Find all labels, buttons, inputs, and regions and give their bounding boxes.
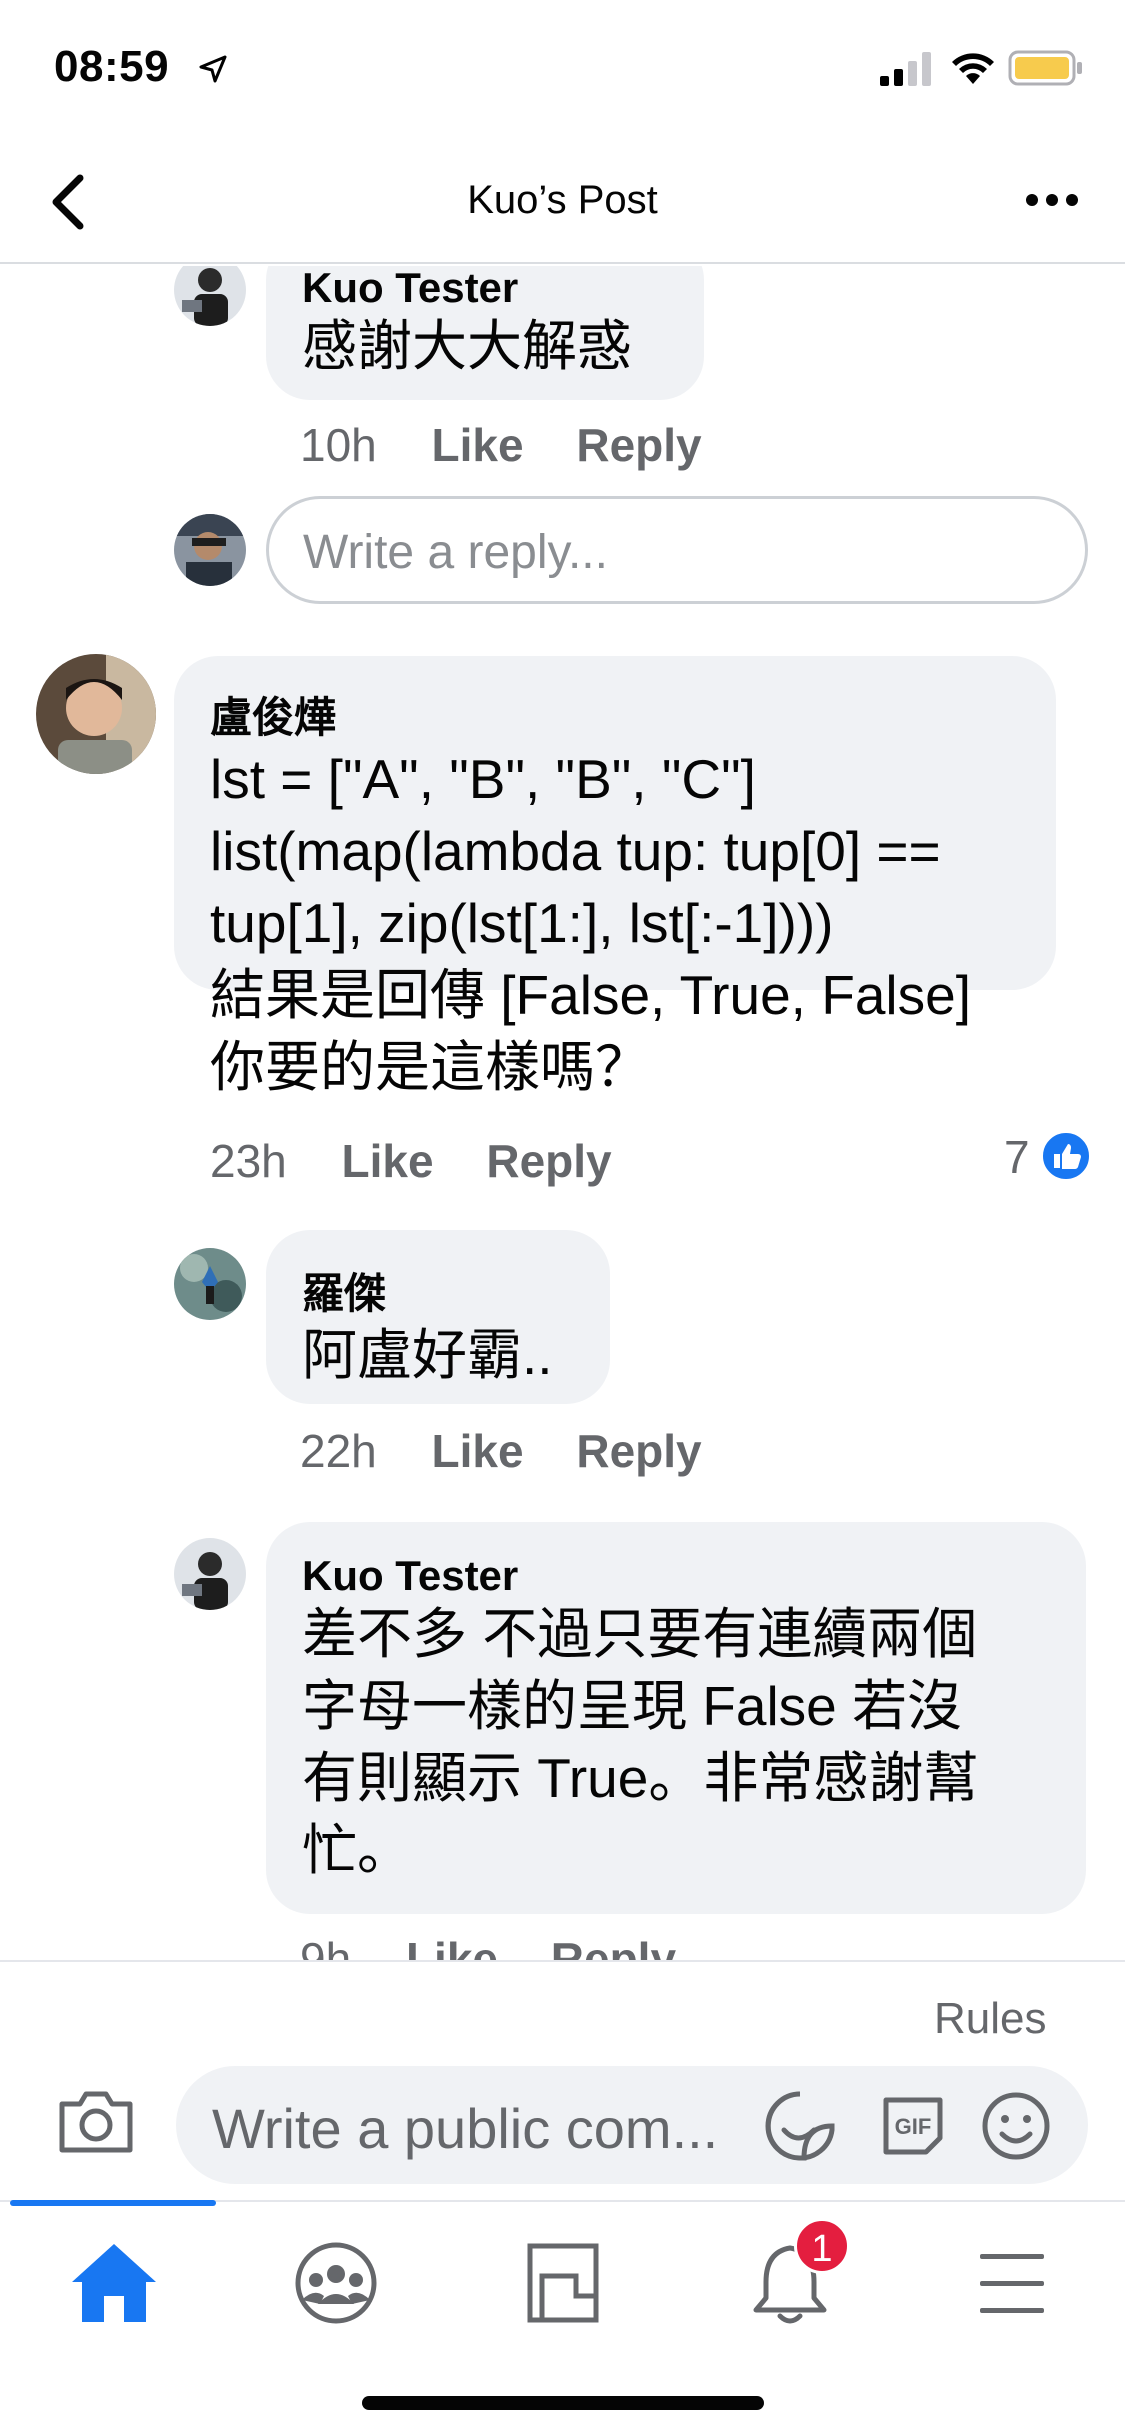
tab-home[interactable]	[64, 2238, 164, 2328]
status-bar: 08:59	[0, 0, 1125, 140]
comment-time: 23h	[210, 1135, 287, 1187]
like-button[interactable]: Like	[432, 418, 524, 472]
rules-link[interactable]: Rules	[934, 1994, 1047, 2044]
avatar	[174, 514, 246, 586]
battery-icon	[1008, 50, 1082, 86]
comment-time: 22h	[300, 1425, 377, 1477]
comment-author[interactable]: Kuo Tester	[302, 1552, 1056, 1600]
post-header: Kuo’s Post	[0, 140, 1125, 264]
comment-bubble: 盧俊燁 lst = ["A", "B", "B", "C"] list(map(…	[174, 656, 1056, 1098]
menu-icon	[980, 2254, 1044, 2313]
public-comment-placeholder: Write a public com...	[212, 2097, 719, 2160]
comment-text: 阿盧好霸..	[302, 1324, 553, 1386]
public-comment-input[interactable]: Write a public com... GIF	[176, 2066, 1088, 2184]
wifi-icon	[952, 53, 994, 84]
like-button[interactable]: Like	[432, 1424, 524, 1478]
avatar[interactable]	[174, 1248, 246, 1320]
tab-menu[interactable]	[962, 2238, 1062, 2328]
reply-input-placeholder: Write a reply...	[303, 526, 608, 579]
avatar[interactable]	[174, 266, 246, 326]
comment-time: 9h	[300, 1933, 352, 1960]
comment-text-line: 你要的是這樣嗎？	[210, 1036, 651, 1098]
sticker-icon[interactable]	[764, 2090, 836, 2162]
comment-text-line: 差不多 不過只要有連續兩個	[302, 1603, 978, 1665]
comment-text: 感謝大大解惑	[302, 315, 633, 377]
like-button[interactable]: Like	[342, 1134, 434, 1188]
status-time: 08:59	[54, 42, 170, 91]
home-icon	[72, 2244, 156, 2322]
page-title: Kuo’s Post	[467, 178, 658, 222]
comment-author[interactable]: 羅傑	[302, 1260, 572, 1321]
groups-icon	[295, 2242, 377, 2324]
pages-icon	[527, 2243, 599, 2323]
reply-button[interactable]: Reply	[551, 1932, 676, 1960]
like-button[interactable]: Like	[406, 1932, 498, 1960]
comment-actions: 10h Like Reply	[300, 418, 742, 472]
active-tab-indicator	[10, 2200, 216, 2206]
tab-pages[interactable]	[512, 2238, 612, 2328]
comment-composer: Rules Write a public com... GIF	[0, 1960, 1125, 2200]
reply-button[interactable]: Reply	[576, 1424, 701, 1478]
location-arrow-icon	[199, 55, 227, 83]
comment-author[interactable]: 盧俊燁	[210, 684, 1026, 745]
comment-text-line: list(map(lambda tup: tup[0] ==	[210, 820, 941, 882]
camera-icon[interactable]	[56, 2086, 136, 2156]
comment-text-line: tup[1], zip(lst[1:], lst[:-1])))	[210, 892, 834, 954]
comment-actions: 23h Like Reply	[210, 1134, 652, 1188]
comment-author[interactable]: Kuo Tester	[302, 266, 666, 312]
comments-list: Kuo Tester 感謝大大解惑 10h Like Reply Write a…	[0, 266, 1125, 1960]
comment-actions: 9h Like Reply	[300, 1932, 716, 1960]
svg-text:GIF: GIF	[895, 2114, 932, 2139]
more-options-icon[interactable]	[1022, 186, 1082, 214]
avatar[interactable]	[36, 654, 156, 774]
comment-text-line: 字母一樣的呈現 False 若沒	[302, 1675, 963, 1737]
avatar[interactable]	[174, 1538, 246, 1610]
reply-button[interactable]: Reply	[486, 1134, 611, 1188]
reply-button[interactable]: Reply	[576, 418, 701, 472]
tab-groups[interactable]	[286, 2238, 386, 2328]
comment-text-line: 結果是回傳 [False, True, False]	[210, 964, 972, 1026]
gif-icon[interactable]: GIF	[878, 2092, 948, 2160]
like-reaction-icon	[1041, 1131, 1091, 1181]
notification-badge: 1	[794, 2218, 850, 2274]
comment-bubble: Kuo Tester 差不多 不過只要有連續兩個 字母一樣的呈現 False 若…	[266, 1522, 1086, 1914]
emoji-icon[interactable]	[980, 2090, 1052, 2162]
comment-text-line: 忙。	[302, 1819, 413, 1881]
comment-bubble: 羅傑 阿盧好霸..	[266, 1230, 610, 1404]
cellular-signal-icon	[880, 52, 931, 86]
comment-bubble: Kuo Tester 感謝大大解惑	[266, 266, 704, 400]
comment-text-line: lst = ["A", "B", "B", "C"]	[210, 748, 756, 810]
reaction-count: 7	[1004, 1131, 1030, 1183]
comment-actions: 22h Like Reply	[300, 1424, 742, 1478]
home-indicator[interactable]	[362, 2396, 764, 2410]
comment-text-line: 有則顯示 True。非常感謝幫	[302, 1747, 979, 1809]
comment-time: 10h	[300, 419, 377, 471]
reply-input[interactable]: Write a reply...	[266, 496, 1088, 604]
